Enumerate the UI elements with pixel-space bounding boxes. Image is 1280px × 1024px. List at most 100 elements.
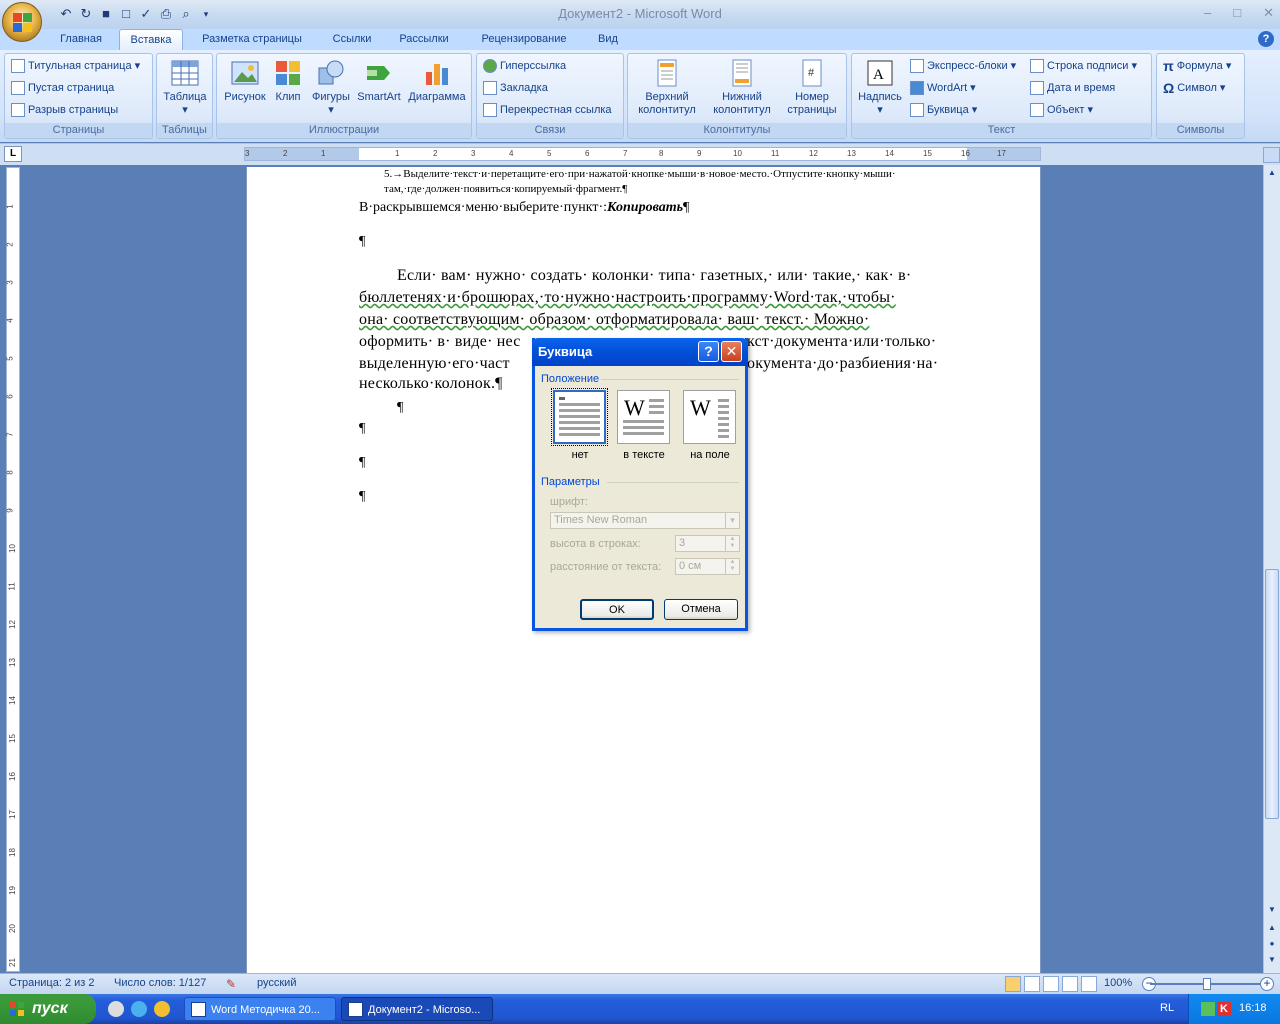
tab-mailings[interactable]: Рассылки <box>390 29 458 50</box>
start-button[interactable]: пуск <box>0 994 96 1024</box>
tab-page-layout[interactable]: Разметка страницы <box>192 29 312 50</box>
distance-spinner[interactable]: 0 см ▲ ▼ <box>675 558 740 575</box>
tab-review[interactable]: Рецензирование <box>470 29 578 50</box>
zoom-in-button[interactable]: + <box>1260 977 1274 991</box>
table-button[interactable]: Таблица ▾ <box>159 58 211 124</box>
print-layout-icon[interactable] <box>1005 976 1021 992</box>
taskbar-item-word-manual[interactable]: Word Методичка 20... <box>184 997 336 1021</box>
footer-button[interactable]: Нижний колонтитул <box>704 58 780 124</box>
wordart-icon <box>910 81 924 95</box>
zoom-level[interactable]: 100% <box>1104 977 1132 989</box>
shapes-button[interactable]: Фигуры ▾ <box>307 58 355 124</box>
signature-line-icon <box>1030 59 1044 73</box>
draft-view-icon[interactable] <box>1081 976 1097 992</box>
doc-pilcrow: ¶ <box>359 234 366 249</box>
position-in-margin-option[interactable]: W <box>683 390 736 444</box>
help-icon[interactable]: ? <box>1258 31 1274 47</box>
doc-line: Если· вам· нужно· создать· колонки· типа… <box>397 267 912 284</box>
symbol-button[interactable]: Ω Символ ▾ <box>1163 78 1225 98</box>
media-player-icon[interactable] <box>154 1001 170 1017</box>
spinner-arrows-icon: ▲ ▼ <box>725 559 739 574</box>
prev-page-icon[interactable]: ▲ <box>1265 921 1279 935</box>
header-button[interactable]: Верхний колонтитул <box>630 58 704 124</box>
distance-label: расстояние от текста: <box>550 561 662 573</box>
ok-button[interactable]: OK <box>580 599 654 620</box>
picture-button[interactable]: Рисунок <box>221 58 269 124</box>
show-desktop-icon[interactable] <box>108 1001 124 1017</box>
equation-button[interactable]: π Формула ▾ <box>1163 56 1231 76</box>
bookmark-button[interactable]: Закладка <box>483 78 548 98</box>
next-page-icon[interactable]: ▼ <box>1265 953 1279 967</box>
group-symbols: π Формула ▾ Ω Символ ▾ Символы <box>1156 53 1245 139</box>
word-document-icon <box>191 1002 206 1017</box>
word-count[interactable]: Число слов: 1/127 <box>114 977 206 989</box>
tab-home[interactable]: Главная <box>50 29 112 50</box>
group-label: Таблицы <box>157 123 212 138</box>
position-in-text-option[interactable]: W <box>617 390 670 444</box>
web-layout-icon[interactable] <box>1043 976 1059 992</box>
drop-cap-button[interactable]: Буквица ▾ <box>910 100 977 120</box>
browse-object-icon[interactable]: ● <box>1265 937 1279 951</box>
group-label: Связи <box>477 123 623 138</box>
picture-icon <box>231 61 259 85</box>
language[interactable]: русский <box>257 977 296 989</box>
clock: 16:18 <box>1239 1002 1267 1014</box>
page-number-button[interactable]: # Номер страницы <box>778 58 846 124</box>
scroll-down-icon[interactable]: ▼ <box>1265 903 1279 917</box>
office-button[interactable] <box>2 2 42 42</box>
quick-parts-button[interactable]: Экспресс-блоки ▾ <box>910 56 1016 76</box>
dialog-help-button[interactable]: ? <box>698 341 719 362</box>
language-indicator[interactable]: RL <box>1160 1002 1174 1014</box>
params-group-label: Параметры <box>541 476 600 488</box>
wordart-button[interactable]: WordArt ▾ <box>910 78 976 98</box>
page-break-button[interactable]: Разрыв страницы <box>11 100 118 120</box>
group-text: A Надпись ▾ Экспресс-блоки ▾ WordArt ▾ Букв… <box>851 53 1152 139</box>
maximize-button[interactable]: □ <box>1233 5 1241 21</box>
split-view-icon[interactable] <box>1263 147 1280 163</box>
page-count[interactable]: Страница: 2 из 2 <box>9 977 95 989</box>
group-label: Колонтитулы <box>628 123 846 138</box>
doc-pilcrow: ¶ <box>359 489 366 504</box>
lines-spinner[interactable]: 3 ▲ ▼ <box>675 535 740 552</box>
tab-insert[interactable]: Вставка <box>119 29 183 51</box>
network-icon[interactable] <box>1201 1002 1215 1016</box>
cancel-button[interactable]: Отмена <box>664 599 738 620</box>
cross-reference-button[interactable]: Перекрестная ссылка <box>483 100 612 120</box>
spinner-arrows-icon: ▲ ▼ <box>725 536 739 551</box>
antivirus-icon[interactable]: K <box>1217 1002 1231 1016</box>
clip-button[interactable]: Клип <box>271 58 305 124</box>
scroll-thumb[interactable] <box>1265 569 1279 819</box>
object-button[interactable]: Объект ▾ <box>1030 100 1093 120</box>
scroll-up-icon[interactable]: ▲ <box>1265 166 1279 180</box>
vertical-ruler[interactable]: 1 2 3 4 5 6 7 8 9 10 11 12 13 14 15 16 1… <box>6 167 20 972</box>
minimize-button[interactable]: – <box>1204 5 1211 21</box>
smartart-button[interactable]: SmartArt <box>355 58 403 124</box>
taskbar-item-document2[interactable]: Документ2 - Microso... <box>341 997 493 1021</box>
proofing-icon[interactable]: ✎ <box>226 977 236 991</box>
dialog-close-button[interactable]: ✕ <box>721 341 742 362</box>
zoom-slider-knob[interactable] <box>1203 978 1211 990</box>
internet-explorer-icon[interactable] <box>131 1001 147 1017</box>
text-box-button[interactable]: A Надпись ▾ <box>854 58 906 124</box>
horizontal-ruler[interactable]: 3 2 1 1 2 3 4 5 6 7 8 9 10 11 12 13 14 1… <box>244 147 1041 161</box>
tab-selector-icon[interactable]: L <box>4 146 22 162</box>
outline-view-icon[interactable] <box>1062 976 1078 992</box>
date-time-button[interactable]: Дата и время <box>1030 78 1115 98</box>
tab-view[interactable]: Вид <box>588 29 628 50</box>
tab-references[interactable]: Ссылки <box>322 29 382 50</box>
clip-art-icon <box>276 61 300 85</box>
blank-page-button[interactable]: Пустая страница <box>11 78 114 98</box>
signature-line-button[interactable]: Строка подписи ▾ <box>1030 56 1137 76</box>
blank-page-icon <box>11 81 25 95</box>
font-select[interactable]: Times New Roman ▾ <box>550 512 740 529</box>
full-screen-reading-icon[interactable] <box>1024 976 1040 992</box>
vertical-scrollbar[interactable]: ▲ ▼ ▲ ● ▼ <box>1263 165 1280 973</box>
doc-line: она· соответствующим· образом· отформати… <box>359 311 870 328</box>
position-none-option[interactable] <box>551 388 608 446</box>
cover-page-button[interactable]: Титульная страница ▾ <box>11 56 140 76</box>
chart-button[interactable]: Диаграмма <box>405 58 469 124</box>
hyperlink-button[interactable]: Гиперссылка <box>483 56 566 76</box>
cover-page-icon <box>11 59 25 73</box>
close-button[interactable]: ✕ <box>1263 5 1274 21</box>
chart-icon <box>426 64 448 85</box>
